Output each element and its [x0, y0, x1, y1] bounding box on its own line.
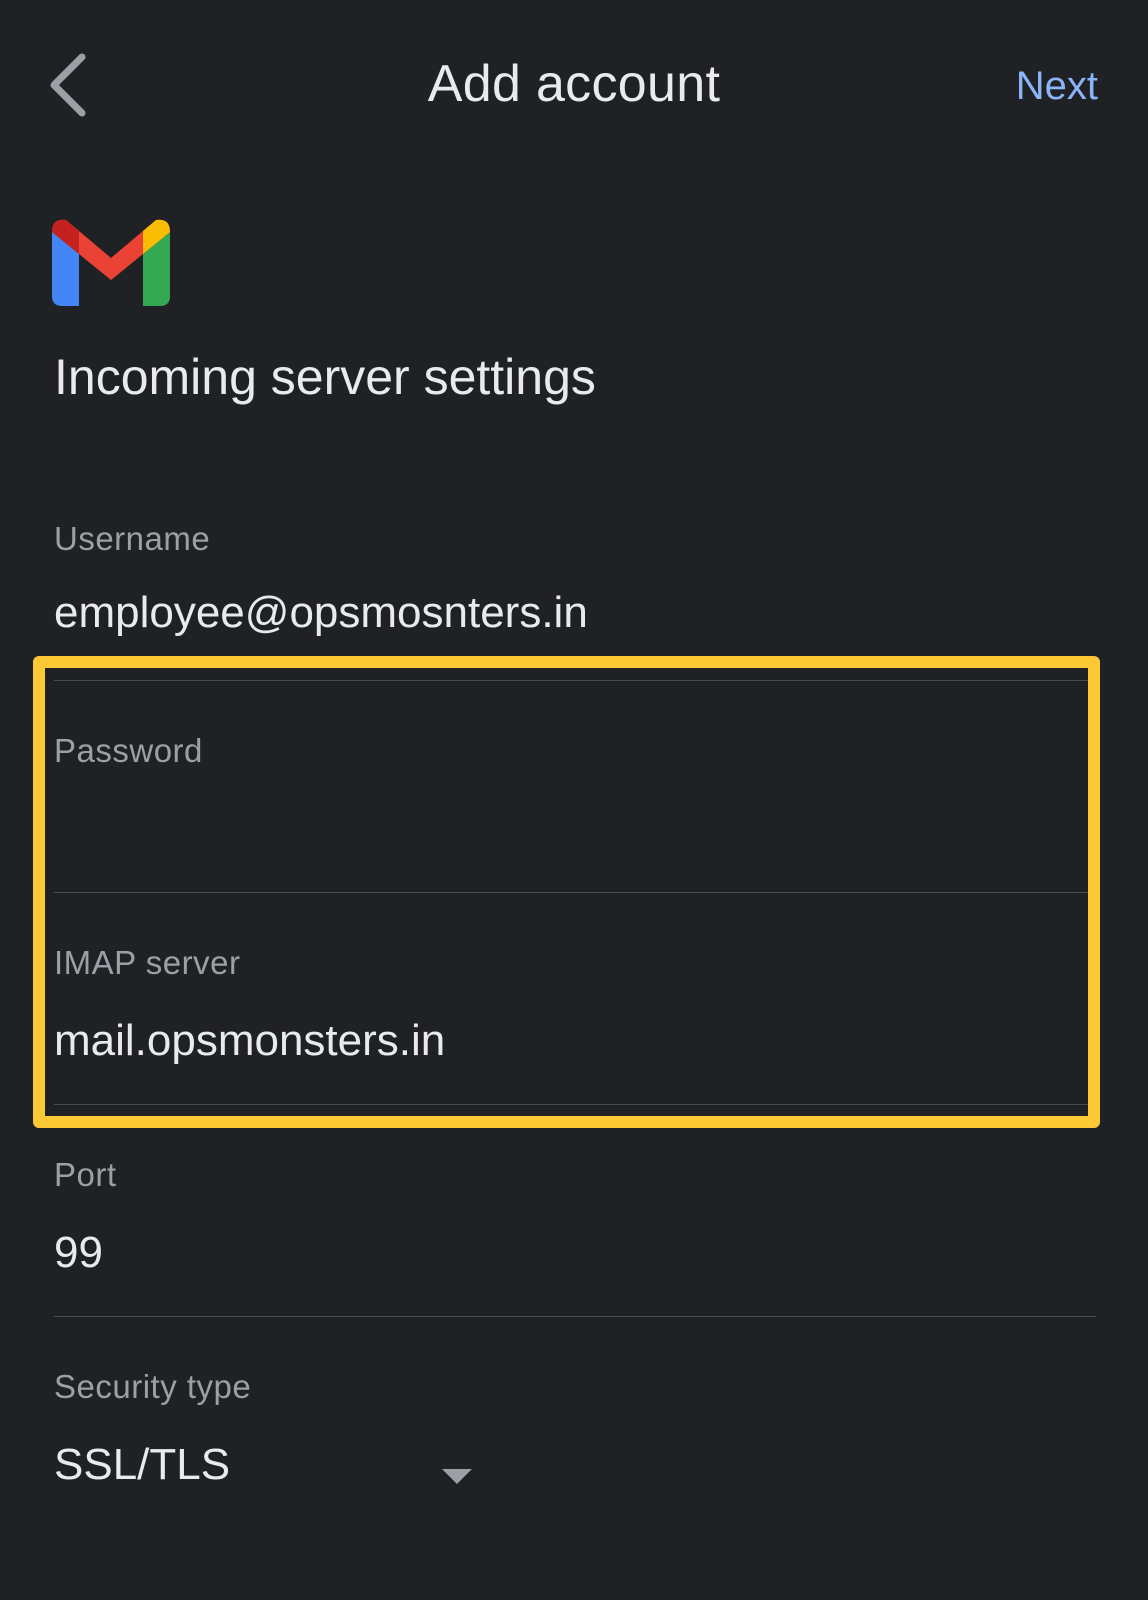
next-button[interactable]: Next	[1016, 64, 1098, 109]
section-title: Incoming server settings	[54, 349, 596, 405]
dropdown-arrow-icon[interactable]	[442, 1469, 472, 1484]
port-input[interactable]: 99	[54, 1226, 1094, 1280]
username-label: Username	[54, 520, 211, 557]
highlight-box	[33, 656, 1100, 1128]
security-type-select[interactable]: SSL/TLS	[54, 1438, 1094, 1492]
username-input[interactable]: employee@opsmosnters.in	[54, 586, 1094, 640]
username-field[interactable]: Username employee@opsmosnters.in	[54, 520, 1094, 640]
port-label: Port	[54, 1156, 117, 1193]
port-field[interactable]: Port 99	[54, 1156, 1094, 1280]
security-type-label: Security type	[54, 1368, 252, 1405]
port-divider	[54, 1316, 1096, 1317]
top-app-bar: Add account Next	[0, 0, 1148, 170]
gmail-logo-icon	[52, 219, 170, 306]
security-type-field[interactable]: Security type SSL/TLS	[54, 1368, 1094, 1492]
page-title: Add account	[427, 55, 721, 113]
add-account-screen: Add account Next Incoming server setting…	[0, 0, 1148, 1600]
